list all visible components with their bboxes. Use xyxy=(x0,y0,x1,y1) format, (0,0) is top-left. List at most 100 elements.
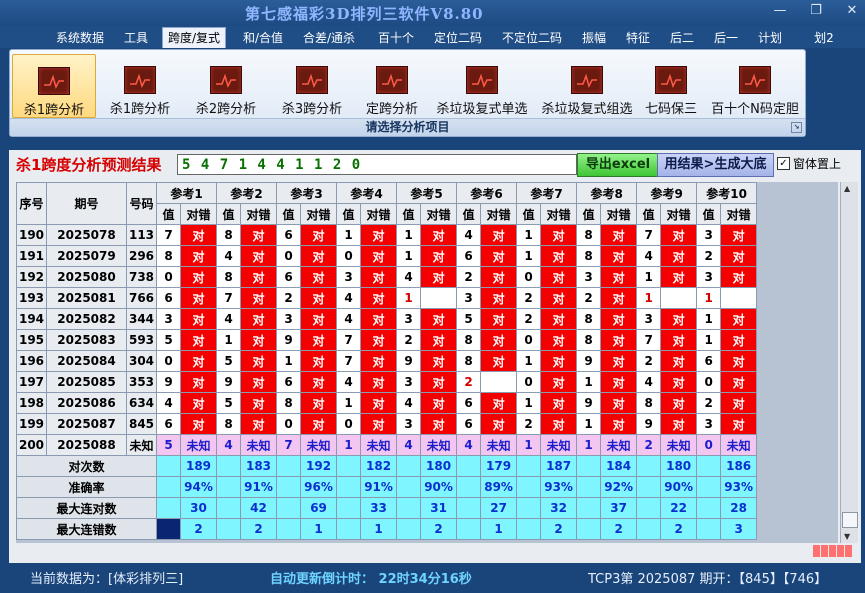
number-cell: 344 xyxy=(126,308,157,330)
stat-spacer-cell xyxy=(636,476,662,498)
value-cell: 1 xyxy=(516,350,542,372)
scroll-down-icon[interactable]: ▼ xyxy=(844,532,850,541)
sub-header: 值 xyxy=(456,203,482,225)
result-ok-cell: 对 xyxy=(480,287,518,309)
result-field[interactable]: 5 4 7 1 4 4 1 1 2 0 xyxy=(177,154,577,175)
ribbon-button-4[interactable]: 定跨分析 xyxy=(358,54,426,117)
table-row[interactable]: 195 2025083 593 5 对 1 对 9 对 7 对 2 对 8 对 0 对 8 对 7 对 1 对 xyxy=(16,329,758,351)
sub-header: 对错 xyxy=(720,203,758,225)
menu-item-11[interactable]: 后一 xyxy=(712,28,740,48)
sub-header: 对错 xyxy=(420,203,458,225)
value-cell: 0 xyxy=(516,329,542,351)
menu-item-5[interactable]: 百十个 xyxy=(376,28,416,48)
table-row[interactable]: 193 2025081 766 6 对 7 对 2 对 4 对 1 3 对 2 对 2 对 1 1 xyxy=(16,287,758,309)
value-cell: 1 xyxy=(276,350,302,372)
table-row[interactable]: 199 2025087 845 6 对 8 对 0 对 0 对 3 对 6 对 2 对 1 对 9 对 3 对 xyxy=(16,413,758,435)
menu-item-7[interactable]: 不定位二码 xyxy=(500,28,564,48)
restore-icon[interactable]: ❐ xyxy=(809,3,823,18)
minimize-icon[interactable]: — xyxy=(773,3,787,18)
ontop-checkbox[interactable]: ✓ 窗体置上 xyxy=(777,155,841,172)
ribbon-button-2[interactable]: 杀2跨分析 xyxy=(186,54,266,117)
ribbon-button-3[interactable]: 杀3跨分析 xyxy=(272,54,352,117)
value-cell: 8 xyxy=(216,266,242,288)
value-cell: 7 xyxy=(156,224,181,246)
menu-item-9[interactable]: 特征 xyxy=(624,28,652,48)
value-cell: 6 xyxy=(456,245,482,267)
result-miss-cell xyxy=(480,371,518,393)
result-unknown-cell: 未知 xyxy=(240,434,278,456)
value-cell: 6 xyxy=(456,392,482,414)
result-ok-cell: 对 xyxy=(540,392,578,414)
menu-item-13[interactable]: 划2 xyxy=(812,28,836,48)
menu-item-4[interactable]: 合差/通杀 xyxy=(300,28,358,48)
result-ok-cell: 对 xyxy=(420,329,458,351)
result-ok-cell: 对 xyxy=(660,266,698,288)
result-ok-cell: 对 xyxy=(179,224,218,246)
menu-item-1[interactable]: 工具 xyxy=(122,28,150,48)
stat-spacer-cell xyxy=(456,455,482,477)
ribbon-button-6[interactable]: 杀垃圾复式组选 xyxy=(538,54,636,117)
period-cell: 2025083 xyxy=(46,329,127,351)
result-ok-cell: 对 xyxy=(300,413,338,435)
period-cell: 2025078 xyxy=(46,224,127,246)
ribbon-button-8[interactable]: 百十个N码定胆 xyxy=(708,54,802,117)
table-row[interactable]: 192 2025080 738 0 对 8 对 6 对 3 对 4 对 2 对 0 对 3 对 1 对 3 对 xyxy=(16,266,758,288)
vertical-scrollbar[interactable]: ▲ ▼ xyxy=(840,182,858,543)
status-bar: 当前数据为：[体彩排列三] 自动更新倒计时： 22时34分16秒 TCP3第 2… xyxy=(0,563,865,593)
value-cell: 3 xyxy=(696,413,722,435)
ribbon-button-1[interactable]: 杀1跨分析 xyxy=(100,54,180,117)
menu-item-0[interactable]: 系统数据 xyxy=(54,28,106,48)
menu-item-12[interactable]: 计划 xyxy=(756,28,784,48)
result-ok-cell: 对 xyxy=(420,224,458,246)
menu-item-3[interactable]: 和/合值 xyxy=(240,28,286,48)
table-row[interactable]: 194 2025082 344 3 对 4 对 3 对 4 对 3 对 5 对 2 对 8 对 3 对 1 对 xyxy=(16,308,758,330)
value-cell: 3 xyxy=(576,266,602,288)
table-row[interactable]: 197 2025085 353 9 对 9 对 6 对 4 对 3 对 2 0 对 1 对 4 对 0 对 xyxy=(16,371,758,393)
column-header: 期号 xyxy=(46,182,127,225)
generate-button[interactable]: 用结果>生成大底 xyxy=(657,153,774,177)
menu-item-10[interactable]: 后二 xyxy=(668,28,696,48)
stat-value: 94% xyxy=(179,476,218,498)
menu-item-6[interactable]: 定位二码 xyxy=(432,28,484,48)
sub-header: 值 xyxy=(516,203,542,225)
period-cell: 2025082 xyxy=(46,308,127,330)
number-cell: 593 xyxy=(126,329,157,351)
close-icon[interactable]: ✕ xyxy=(845,3,859,18)
ribbon-button-5[interactable]: 杀垃圾复式单选 xyxy=(432,54,532,117)
table-row-pending[interactable]: 200 2025088 未知 5 未知 4 未知 7 未知 1 未知 4 未知 4 未知 1 未知 1 未知 2 未知 0… xyxy=(16,434,758,456)
value-cell: 3 xyxy=(336,266,362,288)
number-cell: 113 xyxy=(126,224,157,246)
checkbox-icon[interactable]: ✓ xyxy=(777,157,790,170)
value-cell: 8 xyxy=(156,245,181,267)
value-cell: 6 xyxy=(456,413,482,435)
table-row[interactable]: 191 2025079 296 8 对 4 对 0 对 0 对 1 对 6 对 1 对 8 对 4 对 2 对 xyxy=(16,245,758,267)
stat-value: 91% xyxy=(360,476,398,498)
group-header: 参考9 xyxy=(636,182,698,204)
export-excel-button[interactable]: 导出excel xyxy=(577,153,659,177)
ribbon-button-7[interactable]: 七码保三 xyxy=(640,54,702,117)
result-ok-cell: 对 xyxy=(660,329,698,351)
ribbon-button-0[interactable]: 杀1跨分析 xyxy=(12,54,96,118)
table-row[interactable]: 190 2025078 113 7 对 8 对 6 对 1 对 1 对 4 对 1 对 8 对 7 对 3 对 xyxy=(16,224,758,246)
menu-item-2[interactable]: 跨度/复式 xyxy=(162,27,226,48)
scroll-thumb[interactable] xyxy=(842,512,858,528)
chart-icon xyxy=(296,66,328,94)
value-cell: 7 xyxy=(636,329,662,351)
analysis-table: 序号 期号 号码 参考1 参考2 参考3 参考4 参考5 参考6 参考7 参考8 参考9 参考10 值对错… xyxy=(16,182,758,540)
result-ok-cell: 对 xyxy=(540,287,578,309)
seq-cell: 199 xyxy=(16,413,47,435)
value-cell: 0 xyxy=(336,413,362,435)
value-cell: 2 xyxy=(276,287,302,309)
value-cell: 0 xyxy=(696,434,722,456)
scroll-up-icon[interactable]: ▲ xyxy=(844,184,850,193)
column-header: 号码 xyxy=(126,182,157,225)
expand-icon[interactable]: ↘ xyxy=(791,122,802,133)
result-ok-cell: 对 xyxy=(600,266,638,288)
table-row[interactable]: 196 2025084 304 0 对 5 对 1 对 7 对 9 对 8 对 1 对 9 对 2 对 6 对 xyxy=(16,350,758,372)
result-ok-cell: 对 xyxy=(179,350,218,372)
result-ok-cell: 对 xyxy=(420,266,458,288)
table-row[interactable]: 198 2025086 634 4 对 5 对 8 对 1 对 4 对 6 对 1 对 9 对 8 对 2 对 xyxy=(16,392,758,414)
result-unknown-cell: 未知 xyxy=(720,434,758,456)
menu-item-8[interactable]: 振幅 xyxy=(580,28,608,48)
period-cell: 2025086 xyxy=(46,392,127,414)
